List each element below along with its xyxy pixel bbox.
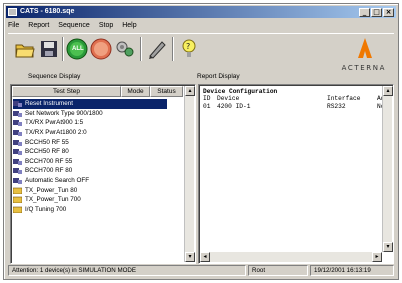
instrument-icon [13,139,22,146]
instrument-icon [13,177,22,185]
scroll-down-button[interactable]: ▾ [185,252,195,262]
sequence-step-label: BCCH700 RF 55 [25,157,73,165]
instrument-icon [13,148,22,156]
brand-text: ACTERNA [341,64,386,72]
maximize-button[interactable]: □ [371,8,382,17]
instrument-icon [13,110,22,117]
scroll-left-button[interactable]: ◂ [200,252,210,262]
sequence-step-label: Reset Instrument [25,100,73,108]
run-all-label: ALL [72,46,84,52]
toolbar: ALL ? ACTERNA [8,33,394,72]
stop-icon[interactable] [90,38,112,60]
scroll-right-button[interactable]: ▸ [372,252,382,262]
close-button[interactable]: × [383,8,394,17]
column-header-status[interactable]: Status [150,86,183,97]
open-folder-icon[interactable] [14,38,36,60]
settings-icon[interactable] [114,38,136,60]
sequence-step-label: TX/RX PwrAt900 1:5 [25,119,84,127]
sequence-display-label: Sequence Display [28,73,81,80]
sequence-step-row[interactable]: BCCH50 RF 55 [13,137,167,147]
report-cell-device: 4200 ID-1 [217,103,251,110]
sequence-step-row[interactable]: BCCH700 RF 80 [13,166,167,176]
sequence-step-row[interactable]: Reset Instrument [13,99,167,109]
sequence-step-label: I/Q Tuning 700 [25,205,67,213]
menu-report[interactable]: Report [28,20,49,31]
scroll-down-button[interactable]: ▾ [383,242,393,252]
report-display-label: Report Display [197,73,240,80]
sequence-list[interactable]: Test Step Mode Status Reset Instrument Se… [10,84,196,264]
sequence-vertical-scrollbar[interactable]: ▴ ▾ [184,86,195,262]
menu-stop[interactable]: Stop [99,20,113,31]
report-display[interactable]: Device Configuration ID Device Interface… [198,84,394,264]
sequence-step-label: BCCH50 RF 80 [25,148,69,156]
folder-icon [12,206,23,214]
minimize-button[interactable]: _ [359,8,370,17]
report-title: Device Configuration [203,88,278,95]
sequence-step-row[interactable]: TX/RX PwrAt900 1:5 [13,118,167,128]
menu-help[interactable]: Help [122,20,136,31]
report-col-device: Device [217,95,240,102]
toolbar-separator [140,37,142,61]
sequence-step-row[interactable]: BCCH700 RF 55 [13,157,167,167]
app-window: CATS - 6180.sqe _ □ × File Report Sequen… [3,3,399,280]
scroll-up-button[interactable]: ▴ [383,86,393,96]
instrument-icon [13,100,22,108]
report-cell-id: 01 [203,103,211,110]
window-title: CATS - 6180.sqe [20,8,75,15]
sequence-step-label: Automatic Search OFF [25,177,90,185]
acterna-mark-icon [358,38,372,58]
app-icon[interactable] [8,8,17,16]
instrument-icon [13,129,22,137]
edit-icon[interactable] [146,38,168,60]
toolbar-separator [62,37,64,61]
report-cell-interface: RS232 [327,103,346,110]
folder-icon [12,196,23,204]
report-col-interface: Interface [327,95,361,102]
sequence-step-label: BCCH50 RF 55 [25,138,69,146]
sequence-step-row[interactable]: TX_Power_Tun 700 [12,195,167,205]
sequence-step-label: Set Network Type 900/1800 [25,109,103,117]
instrument-icon [13,167,22,175]
scroll-up-button[interactable]: ▴ [185,86,195,96]
report-vertical-scrollbar[interactable]: ▴ ▾ [382,86,393,252]
sequence-step-row[interactable]: Set Network Type 900/1800 [13,109,167,119]
report-horizontal-scrollbar[interactable]: ◂ ▸ [200,252,382,262]
status-user: Root [248,265,308,276]
menu-bar: File Report Sequence Stop Help [8,20,137,31]
brand-logo: ACTERNA [330,36,386,76]
status-bar: Attention: 1 device(s) in SIMULATION MOD… [8,265,394,276]
column-header-mode[interactable]: Mode [121,86,150,97]
title-bar[interactable]: CATS - 6180.sqe _ □ × [6,6,396,18]
menu-sequence[interactable]: Sequence [58,20,90,31]
column-header-test-step[interactable]: Test Step [12,86,121,97]
save-disk-icon[interactable] [38,38,60,60]
status-datetime: 19/12/2001 16:13:19 [310,265,394,276]
menu-file[interactable]: File [8,20,19,31]
sequence-step-label: TX_Power_Tun 80 [25,186,78,194]
sequence-step-label: BCCH700 RF 80 [25,167,73,175]
instrument-icon [13,119,22,127]
sequence-step-label: TX_Power_Tun 700 [25,196,81,204]
toolbar-separator [172,37,174,61]
sequence-step-row[interactable]: Automatic Search OFF [13,176,167,186]
report-col-id: ID [203,95,211,102]
sequence-step-row[interactable]: I/Q Tuning 700 [12,205,167,215]
sequence-step-row[interactable]: TX/RX PwrAt1800 2:0 [13,128,167,138]
instrument-icon [13,158,22,165]
sequence-step-row[interactable]: BCCH50 RF 80 [13,147,167,157]
sequence-step-label: TX/RX PwrAt1800 2:0 [25,129,87,137]
sequence-step-row[interactable]: TX_Power_Tun 80 [12,185,167,195]
help-icon[interactable]: ? [178,38,200,60]
svg-text:?: ? [186,42,190,51]
status-message: Attention: 1 device(s) in SIMULATION MOD… [8,265,246,276]
folder-icon [12,187,23,194]
